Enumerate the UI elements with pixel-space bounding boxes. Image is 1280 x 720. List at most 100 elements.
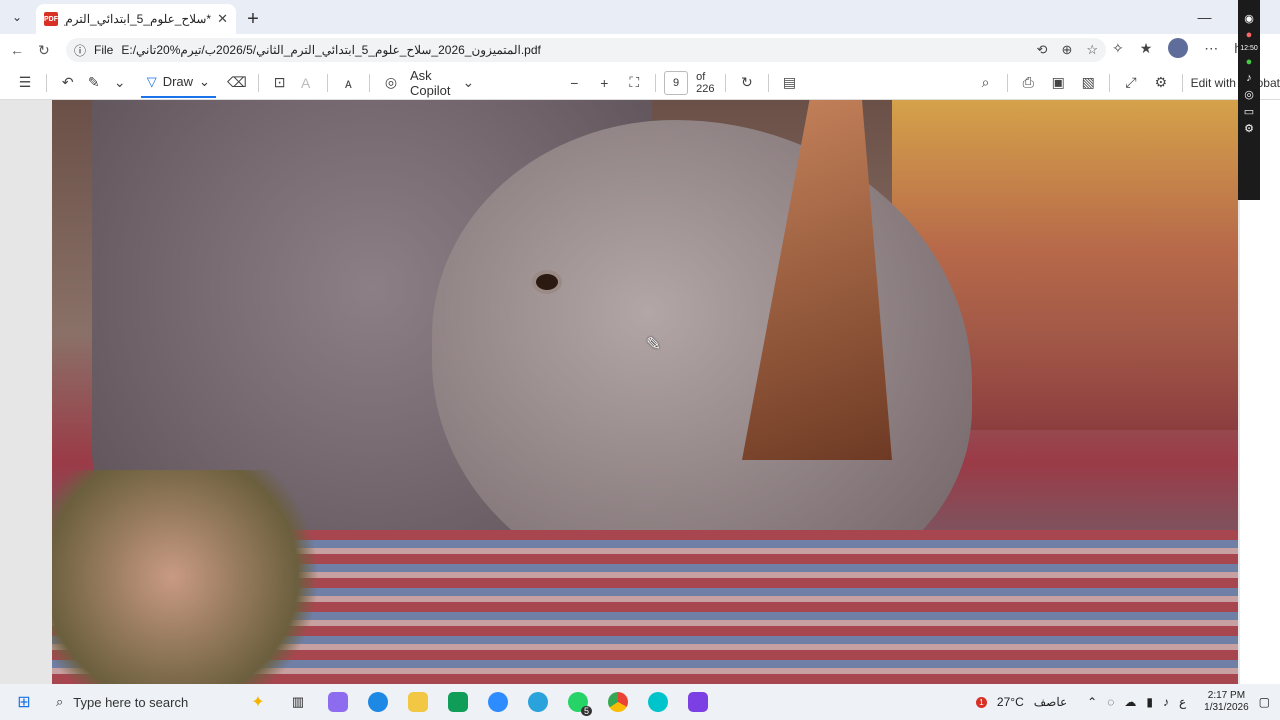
divider xyxy=(767,73,769,92)
eraser-icon[interactable]: ⌫ xyxy=(224,69,250,97)
search-placeholder: Type here to search xyxy=(73,694,189,710)
divider xyxy=(257,73,259,92)
new-tab-button[interactable]: + xyxy=(236,4,270,34)
copilot-icon[interactable]: ◎ xyxy=(378,69,404,97)
store-icon[interactable] xyxy=(438,692,478,712)
zoom-app-icon[interactable] xyxy=(478,692,518,712)
recorder-side-panel: ◉ ● 12:50 ● ♪ ◎ ▭ ⚙ xyxy=(1238,0,1260,200)
translate-icon[interactable]: ⟲ xyxy=(1037,42,1048,58)
time-text: 2:17 PM xyxy=(1207,690,1246,701)
save-as-icon[interactable]: ▧ xyxy=(1075,69,1101,97)
tab-search-chevron-icon[interactable]: ⌄ xyxy=(0,0,34,34)
page-number-input[interactable]: 9 xyxy=(664,70,689,95)
volume-icon[interactable]: ▮ xyxy=(1146,695,1153,709)
more-menu-icon[interactable]: ⋯ xyxy=(1204,40,1218,57)
task-view-icon[interactable]: ▥ xyxy=(278,694,318,710)
record-icon[interactable]: ● xyxy=(1246,29,1253,41)
search-icon[interactable]: ⌕ xyxy=(973,69,999,97)
speaker-icon[interactable]: ♪ xyxy=(1246,72,1252,84)
speaker-icon[interactable]: ♪ xyxy=(1163,695,1169,709)
gear-icon[interactable]: ⚙ xyxy=(1244,122,1254,135)
clipchamp-icon[interactable] xyxy=(678,692,718,712)
page-view-icon[interactable]: ▤ xyxy=(777,69,803,97)
omnibox[interactable]: ⓘ File E:/المتميزون_2026_سلاح_علوم_5_ابت… xyxy=(66,38,1106,62)
pdf-page-image[interactable] xyxy=(52,100,1238,684)
copilot-sparkle-icon[interactable]: ✦ xyxy=(238,692,278,712)
weather-desc[interactable]: عاصف xyxy=(1034,695,1067,709)
save-icon[interactable]: ▣ xyxy=(1045,69,1071,97)
windows-start-icon[interactable]: ⊞ xyxy=(0,692,48,712)
taskbar-search[interactable]: ⌕ Type here to search xyxy=(48,688,238,716)
fullscreen-icon[interactable]: ⤢ xyxy=(1118,69,1144,97)
browser-actions: ✧ ★ ⋯ hat xyxy=(1112,38,1254,58)
pen-icon: ▽ xyxy=(146,73,157,89)
chevron-down-icon[interactable]: ⌄ xyxy=(455,69,481,97)
chevron-down-icon[interactable]: ⌄ xyxy=(107,69,133,97)
print-icon[interactable]: ⎙ xyxy=(1015,69,1041,97)
edge-icon[interactable] xyxy=(358,692,398,712)
whatsapp-icon[interactable]: 5 xyxy=(558,692,598,716)
system-tray: 1 27°C عاصف ⌃ ◌ ☁ ▮ ♪ ع 2:17 PM 1/31/202… xyxy=(975,690,1280,714)
back-icon[interactable]: ← xyxy=(10,42,24,58)
avatar[interactable] xyxy=(1168,38,1189,58)
draw-label: Draw xyxy=(162,74,194,89)
extensions-icon[interactable]: ✧ xyxy=(1112,40,1124,57)
divider xyxy=(1109,73,1110,92)
file-label: File xyxy=(94,43,114,57)
divider xyxy=(725,73,726,92)
draw-button[interactable]: ▽ Draw ⌄ xyxy=(140,68,216,98)
window-icon[interactable]: ▭ xyxy=(1244,105,1254,118)
reload-icon[interactable]: ↻ xyxy=(38,42,50,59)
file-explorer-icon[interactable] xyxy=(398,692,438,712)
undo-icon[interactable]: ↶ xyxy=(55,69,81,97)
text-box-icon[interactable]: ⊡ xyxy=(267,69,293,97)
recording-clock: 12:50 xyxy=(1240,45,1258,52)
pdf-icon: PDF xyxy=(44,12,58,26)
zoom-in-icon[interactable]: + xyxy=(591,69,617,97)
whatsapp-badge: 5 xyxy=(580,706,592,716)
chrome-icon[interactable] xyxy=(598,692,638,712)
webcam-icon[interactable]: ◎ xyxy=(1244,88,1254,101)
url-text: E:/المتميزون_2026_سلاح_علوم_5_ابتدائي_ال… xyxy=(121,43,541,57)
camera-icon[interactable]: ◉ xyxy=(1244,12,1254,25)
read-aloud-icon[interactable]: ᴀ xyxy=(335,69,361,97)
language-indicator[interactable]: ع xyxy=(1179,695,1186,709)
chevron-up-icon[interactable]: ⌃ xyxy=(1087,695,1097,709)
zoom-icon[interactable]: ⊕ xyxy=(1061,42,1072,58)
favorite-star-icon[interactable]: ☆ xyxy=(1086,42,1098,58)
copilot-app-icon[interactable] xyxy=(318,692,358,712)
highlight-icon[interactable]: ✎ xyxy=(81,69,107,97)
page-total: of 226 xyxy=(696,70,715,95)
settings-icon[interactable]: ⚙ xyxy=(1148,69,1174,97)
rhino-head xyxy=(432,120,972,600)
chevron-down-icon[interactable]: ⌄ xyxy=(199,74,210,90)
mic-icon[interactable]: ● xyxy=(1246,56,1253,68)
tab-pdf[interactable]: PDF *سلاح_علوم_5_ابتدائي_الترم_الثاني ✕ xyxy=(36,4,236,34)
pen-cursor-icon: ✎ xyxy=(646,334,662,354)
zoom-out-icon[interactable]: − xyxy=(561,69,587,97)
notification-badge: 1 xyxy=(975,696,987,708)
canva-icon[interactable] xyxy=(638,692,678,712)
fit-page-icon[interactable]: ⛶ xyxy=(621,69,647,97)
favorites-icon[interactable]: ★ xyxy=(1140,40,1153,57)
divider xyxy=(326,73,328,92)
plants xyxy=(52,470,352,684)
taskbar: ⊞ ⌕ Type here to search ✦ ▥ 5 1 27°C عاص… xyxy=(0,684,1280,720)
notifications-icon[interactable]: ▢ xyxy=(1259,695,1270,709)
close-icon[interactable]: ✕ xyxy=(217,11,228,27)
ask-copilot-button[interactable]: Ask Copilot xyxy=(410,68,455,98)
contents-icon[interactable]: ☰ xyxy=(12,69,38,97)
weather-temp[interactable]: 27°C xyxy=(997,695,1024,709)
date-text: 1/31/2026 xyxy=(1204,702,1249,713)
info-icon[interactable]: ⓘ xyxy=(74,42,86,59)
minimize-icon[interactable]: — xyxy=(1197,9,1211,25)
network-icon[interactable]: ◌ xyxy=(1107,695,1114,709)
rotate-icon[interactable]: ↻ xyxy=(734,69,760,97)
clock[interactable]: 2:17 PM 1/31/2026 xyxy=(1204,690,1249,714)
edit-with-acrobat-button[interactable]: Edit with Acrobat xyxy=(1191,76,1280,90)
pdf-toolbar: ☰ ↶ ✎ ⌄ ▽ Draw ⌄ ⌫ ⊡ A ᴀ ◎ Ask Copilot ⌄… xyxy=(0,66,1280,100)
cloud-icon[interactable]: ☁ xyxy=(1124,695,1136,709)
telegram-icon[interactable] xyxy=(518,692,558,712)
divider xyxy=(1181,73,1183,92)
divider xyxy=(46,73,47,92)
